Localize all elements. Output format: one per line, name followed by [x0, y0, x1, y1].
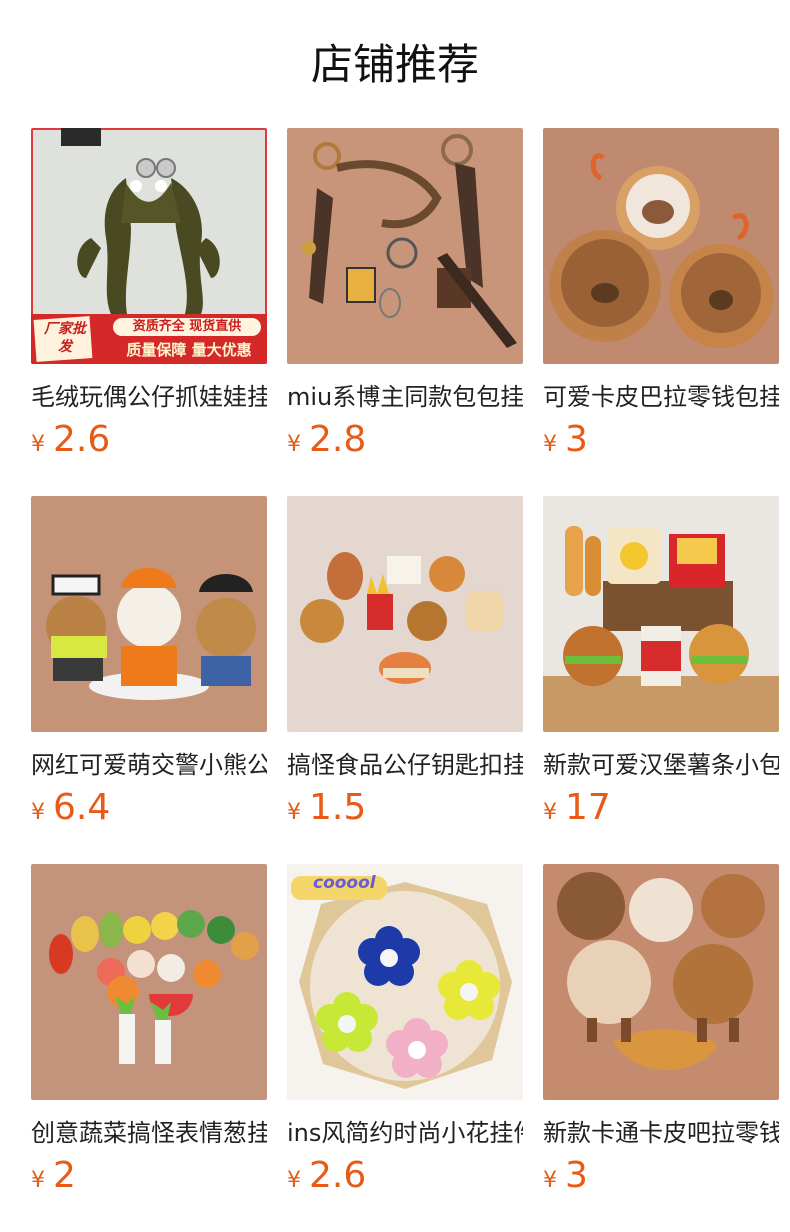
price-value: 6.4 — [53, 787, 111, 828]
product-name[interactable]: 可爱卡皮巴拉零钱包挂件 — [543, 382, 779, 412]
product-card[interactable]: 网红可爱萌交警小熊公仔 ¥6.4 — [31, 496, 267, 836]
product-card[interactable]: 可爱卡皮巴拉零钱包挂件 ¥3 — [543, 128, 779, 468]
product-price: ¥2 — [31, 1154, 267, 1204]
product-price: ¥2.6 — [31, 418, 267, 468]
product-card[interactable]: 新款可爱汉堡薯条小包包 ¥17 — [543, 496, 779, 836]
currency-symbol: ¥ — [543, 432, 557, 457]
vegetable-plush-image[interactable] — [31, 864, 267, 1100]
currency-symbol: ¥ — [543, 800, 557, 825]
capybara-purse-set-image[interactable] — [543, 864, 779, 1100]
product-price: ¥2.6 — [287, 1154, 523, 1204]
price-value: 3 — [565, 419, 588, 460]
product-card[interactable]: miu系博主同款包包挂件 ¥2.8 — [287, 128, 523, 468]
bag-charm-image[interactable] — [287, 128, 523, 364]
product-name[interactable]: 网红可爱萌交警小熊公仔 — [31, 750, 267, 780]
product-price: ¥2.8 — [287, 418, 523, 468]
police-bear-image[interactable] — [31, 496, 267, 732]
currency-symbol: ¥ — [287, 432, 301, 457]
product-name[interactable]: 新款可爱汉堡薯条小包包 — [543, 750, 779, 780]
product-price: ¥17 — [543, 786, 779, 836]
product-card[interactable]: 搞怪食品公仔钥匙扣挂件 ¥1.5 — [287, 496, 523, 836]
product-name[interactable]: 创意蔬菜搞怪表情葱挂件 — [31, 1118, 267, 1148]
flower-charm-image[interactable]: cooool — [287, 864, 523, 1100]
currency-symbol: ¥ — [287, 1168, 301, 1193]
product-name[interactable]: 新款卡通卡皮吧拉零钱包 — [543, 1118, 779, 1148]
price-value: 2.6 — [53, 419, 111, 460]
product-name[interactable]: 毛绒玩偶公仔抓娃娃挂件 — [31, 382, 267, 412]
product-price: ¥3 — [543, 1154, 779, 1204]
burger-fries-bag-image[interactable] — [543, 496, 779, 732]
product-card[interactable]: cooool ins风简约时尚小花挂件 ¥2.6 — [287, 864, 523, 1204]
factory-wholesale-badge: 厂家批发 — [44, 321, 86, 355]
capybara-coin-purse-image[interactable] — [543, 128, 779, 364]
cooool-sticker: cooool — [313, 873, 376, 893]
product-price: ¥6.4 — [31, 786, 267, 836]
product-price: ¥3 — [543, 418, 779, 468]
product-name[interactable]: ins风简约时尚小花挂件 — [287, 1118, 523, 1148]
food-keychain-image[interactable] — [287, 496, 523, 732]
product-card[interactable]: 厂家批发 资质齐全 现货直供 质量保障 量大优惠 毛绒玩偶公仔抓娃娃挂件 ¥2.… — [31, 128, 267, 468]
price-value: 17 — [565, 787, 611, 828]
product-name[interactable]: 搞怪食品公仔钥匙扣挂件 — [287, 750, 523, 780]
price-value: 2.6 — [309, 1155, 367, 1196]
currency-symbol: ¥ — [287, 800, 301, 825]
currency-symbol: ¥ — [31, 1168, 45, 1193]
price-value: 2 — [53, 1155, 76, 1196]
frog-plush-image[interactable]: 厂家批发 资质齐全 现货直供 质量保障 量大优惠 — [31, 128, 267, 364]
currency-symbol: ¥ — [543, 1168, 557, 1193]
product-card[interactable]: 创意蔬菜搞怪表情葱挂件 ¥2 — [31, 864, 267, 1204]
product-price: ¥1.5 — [287, 786, 523, 836]
currency-symbol: ¥ — [31, 800, 45, 825]
price-value: 3 — [565, 1155, 588, 1196]
page-title: 店铺推荐 — [310, 40, 479, 89]
promo-line-2: 质量保障 量大优惠 — [126, 341, 252, 359]
store-recommendations-page: 店铺推荐 厂家批发 资质齐全 现货直供 质量保障 量大优惠 毛绒玩偶公仔抓娃娃挂… — [0, 0, 790, 1232]
product-name[interactable]: miu系博主同款包包挂件 — [287, 382, 523, 412]
price-value: 1.5 — [309, 787, 367, 828]
currency-symbol: ¥ — [31, 432, 45, 457]
product-card[interactable]: 新款卡通卡皮吧拉零钱包 ¥3 — [543, 864, 779, 1204]
promo-line-1: 资质齐全 现货直供 — [132, 319, 242, 334]
price-value: 2.8 — [309, 419, 367, 460]
